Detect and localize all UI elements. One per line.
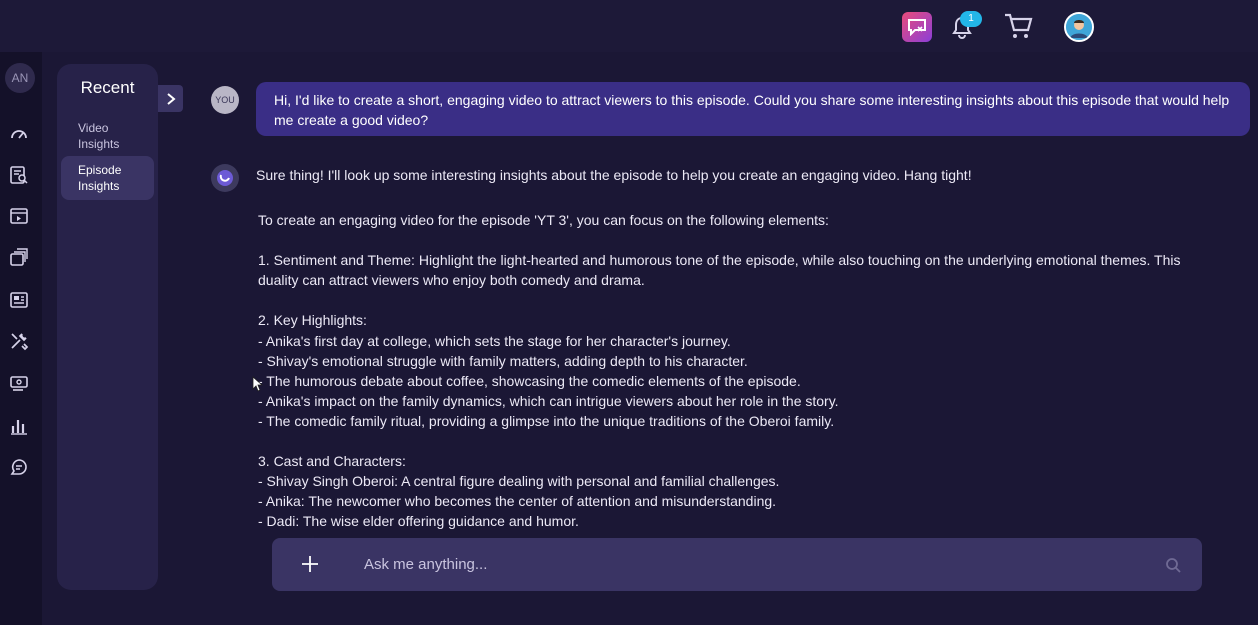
recent-item-video-insights[interactable]: Video Insights xyxy=(61,114,154,158)
answer-line: - Dadi: The wise elder offering guidance… xyxy=(258,513,579,530)
library-icon[interactable] xyxy=(9,247,29,267)
recent-item-episode-insights[interactable]: Episode Insights xyxy=(61,156,154,200)
recent-title: Recent xyxy=(80,78,135,97)
answer-line: - Shivay Singh Oberoi: A central figure … xyxy=(258,473,780,490)
cart-icon[interactable] xyxy=(1002,10,1034,42)
answer-line: - The humorous debate about coffee, show… xyxy=(258,372,801,389)
news-icon[interactable] xyxy=(9,290,29,310)
recent-panel: Recent Video Insights Episode Insights xyxy=(57,64,158,590)
assistant-avatar-icon xyxy=(211,164,239,192)
user-message: Hi, I'd like to create a short, engaging… xyxy=(256,82,1250,136)
recent-item-label: Insights xyxy=(78,137,120,151)
search-icon[interactable] xyxy=(1164,556,1182,574)
answer-gap xyxy=(258,431,1218,451)
profile-avatar-icon[interactable] xyxy=(1064,12,1094,42)
icon-rail: AN xyxy=(0,52,42,625)
answer-line: 3. Cast and Characters: xyxy=(258,453,406,470)
assistant-intro-message: Sure thing! I'll look up some interestin… xyxy=(256,167,972,183)
tools-icon[interactable] xyxy=(9,331,29,351)
dashboard-icon[interactable] xyxy=(9,124,29,144)
analytics-icon[interactable] xyxy=(9,416,29,436)
report-search-icon[interactable] xyxy=(9,165,29,185)
video-icon[interactable] xyxy=(9,206,29,226)
answer-line: - Anika's impact on the family dynamics,… xyxy=(258,392,839,409)
answer-line: - Anika: The newcomer who becomes the ce… xyxy=(258,493,777,510)
chevron-right-icon xyxy=(166,92,176,105)
chat-input-bar xyxy=(272,538,1202,591)
answer-gap xyxy=(258,230,1218,250)
monetize-icon[interactable] xyxy=(9,373,29,393)
user-avatar[interactable]: AN xyxy=(5,63,35,93)
answer-line: 1. Sentiment and Theme: Highlight the li… xyxy=(258,252,1181,289)
recent-item-label: Episode xyxy=(78,163,122,177)
add-attachment-button[interactable] xyxy=(298,552,322,576)
answer-line: To create an engaging video for the epis… xyxy=(258,212,829,228)
answer-line: - Shivay's emotional struggle with famil… xyxy=(258,352,748,369)
chat-icon[interactable] xyxy=(9,457,29,477)
recent-item-label: Insights xyxy=(78,179,120,193)
answer-line: 2. Key Highlights: xyxy=(258,312,367,329)
app-chat-icon[interactable] xyxy=(902,12,932,42)
answer-line: - The comedic family ritual, providing a… xyxy=(258,412,835,429)
recent-item-label: Video xyxy=(78,121,109,135)
plus-icon xyxy=(302,556,318,572)
answer-line: - Anika's first day at college, which se… xyxy=(258,332,731,349)
assistant-answer: To create an engaging video for the epis… xyxy=(258,210,1218,530)
chat-input[interactable] xyxy=(364,550,1144,578)
top-bar: 1 xyxy=(0,0,1258,52)
answer-gap xyxy=(258,290,1218,310)
chat-thread[interactable]: YOU Hi, I'd like to create a short, enga… xyxy=(200,70,1258,530)
collapse-panel-button[interactable] xyxy=(158,85,183,112)
user-badge: YOU xyxy=(211,86,239,114)
mouse-cursor-icon xyxy=(252,376,264,392)
notification-badge: 1 xyxy=(960,11,982,27)
